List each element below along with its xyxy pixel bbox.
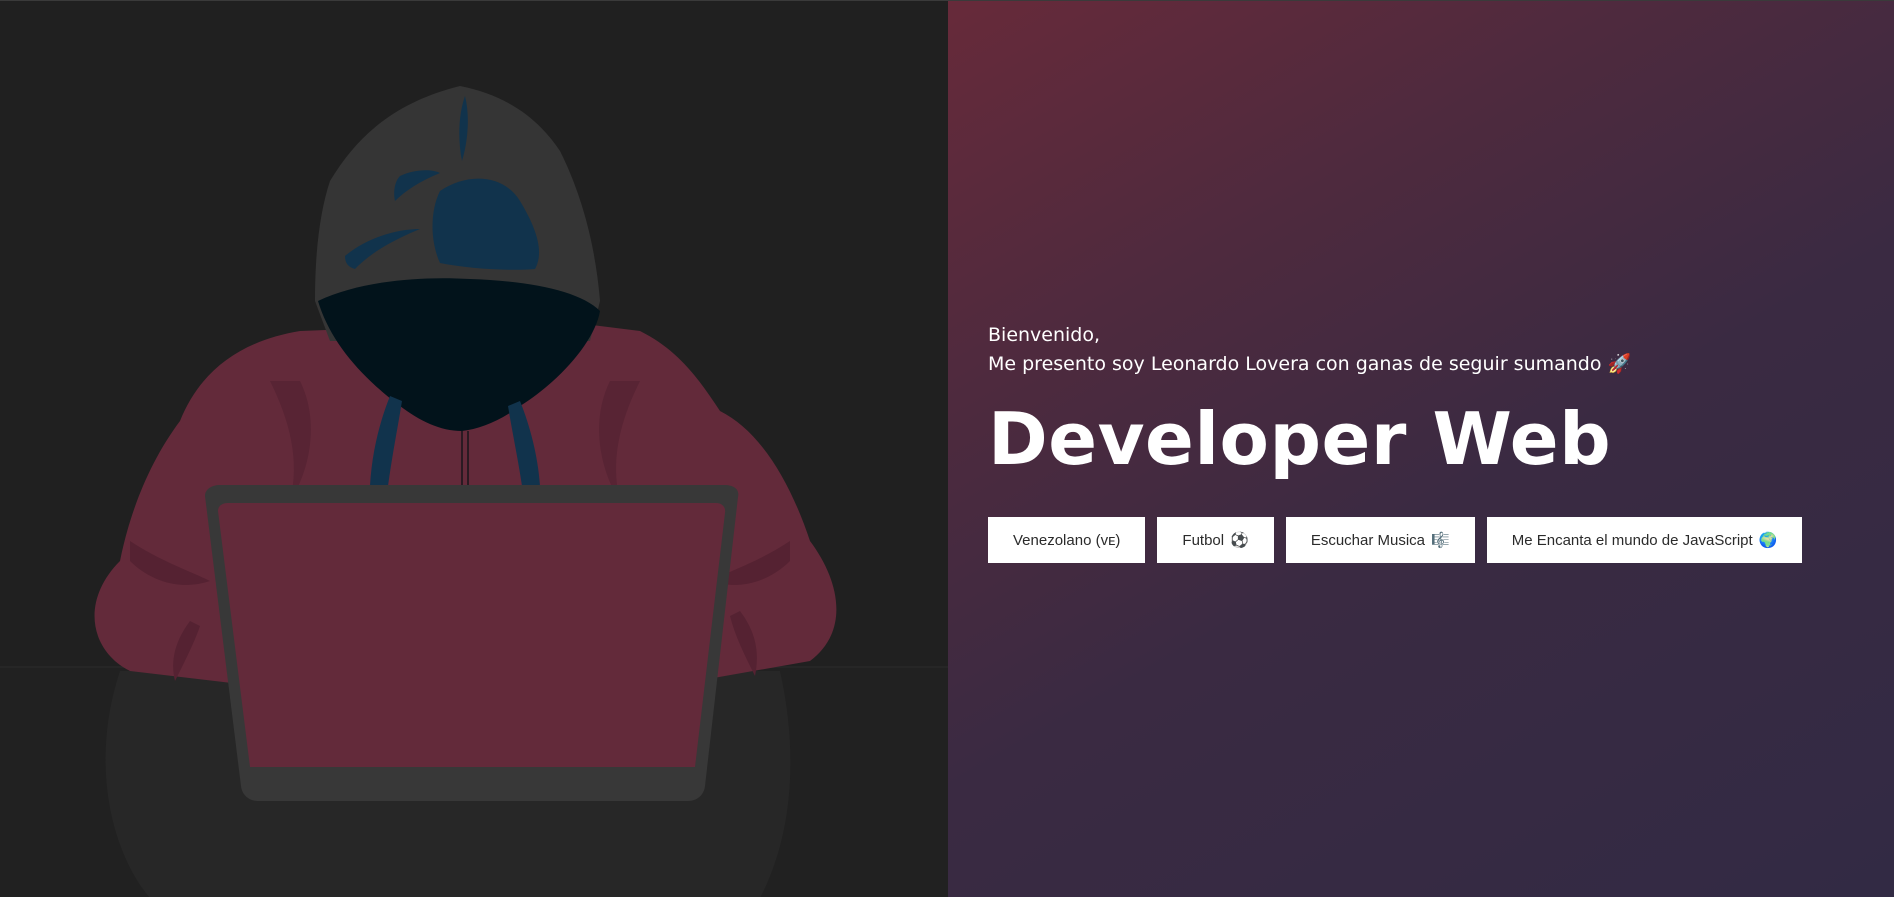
globe-icon: 🌍 — [1758, 532, 1778, 549]
hooded-hacker-illustration — [0, 86, 948, 897]
hero-illustration-panel — [0, 0, 948, 897]
tag-futbol[interactable]: Futbol ⚽ — [1157, 517, 1274, 563]
tag-label: Me Encanta el mundo de JavaScript — [1511, 531, 1753, 549]
greeting-line-1: Bienvenido, — [988, 324, 1101, 346]
interest-tags: Venezolano (ᴠᴇ) Futbol ⚽ Escuchar Musica 🎼… — [988, 517, 1868, 563]
page: Bienvenido, Me presento soy Leonardo Lov… — [0, 0, 1894, 897]
tag-escuchar-musica[interactable]: Escuchar Musica 🎼 — [1285, 517, 1475, 563]
tag-label: Futbol — [1182, 531, 1225, 549]
tag-javascript[interactable]: Me Encanta el mundo de JavaScript 🌍 — [1486, 517, 1803, 563]
tag-venezolano[interactable]: Venezolano (ᴠᴇ) — [988, 517, 1146, 563]
tag-label: Venezolano (ᴠᴇ) — [1013, 531, 1121, 549]
rocket-icon: 🚀 — [1607, 353, 1632, 375]
soccer-ball-icon: ⚽ — [1230, 532, 1249, 549]
greeting-line-2: Me presento soy Leonardo Lovera con gana… — [988, 350, 1868, 379]
tag-label: Escuchar Musica — [1310, 531, 1426, 549]
music-score-icon: 🎼 — [1431, 532, 1450, 549]
hero-section: Bienvenido, Me presento soy Leonardo Lov… — [988, 321, 1868, 563]
greeting-text: Me presento soy Leonardo Lovera con gana… — [988, 353, 1602, 375]
hero-content-panel: Bienvenido, Me presento soy Leonardo Lov… — [948, 0, 1894, 897]
page-title: Developer Web — [988, 397, 1612, 481]
